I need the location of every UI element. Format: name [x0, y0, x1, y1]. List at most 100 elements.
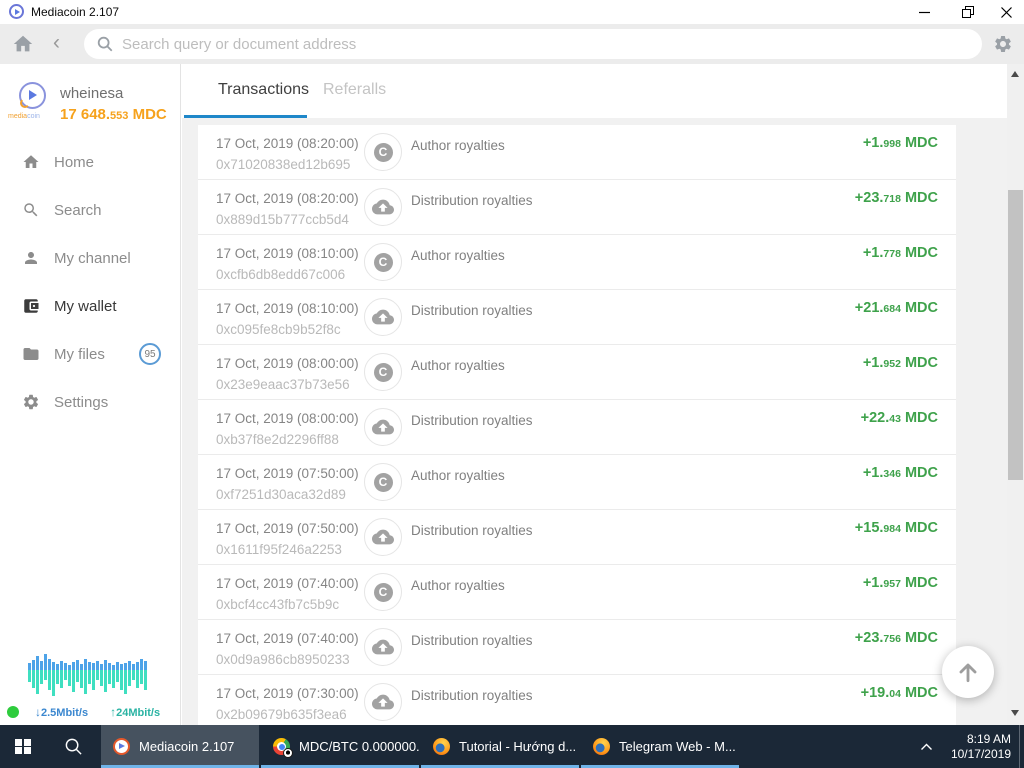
- sidebar-item-my-files[interactable]: My files 95: [0, 330, 180, 378]
- active-tab-indicator: [184, 115, 307, 118]
- transaction-amount: +1.957 MDC: [862, 575, 938, 591]
- distribution-royalties-cloud-icon: [372, 419, 394, 435]
- search-icon: [97, 36, 113, 52]
- tab-referalls[interactable]: Referalls: [323, 81, 386, 99]
- transaction-row[interactable]: 17 Oct, 2019 (07:30:00) 0x2b09679b635f3e…: [198, 675, 956, 725]
- transaction-hash: 0xbcf4cc43fb7c5b9c: [216, 597, 340, 612]
- transaction-row[interactable]: 17 Oct, 2019 (08:00:00) 0xb37f8e2d2296ff…: [198, 400, 956, 455]
- home-icon: [13, 35, 33, 52]
- transaction-date: 17 Oct, 2019 (07:40:00): [216, 576, 359, 591]
- back-button[interactable]: ‹: [53, 30, 60, 56]
- transaction-hash: 0xc095fe8cb9b52f8c: [216, 322, 341, 337]
- transaction-date: 17 Oct, 2019 (08:10:00): [216, 246, 359, 261]
- transaction-hash: 0xf7251d30aca32d89: [216, 487, 346, 502]
- search-bar[interactable]: [84, 29, 982, 59]
- tab-bar: Transactions Referalls: [182, 64, 1024, 118]
- transaction-row[interactable]: 17 Oct, 2019 (07:50:00) 0x1611f95f246a22…: [198, 510, 956, 565]
- transaction-row[interactable]: 17 Oct, 2019 (08:10:00) 0xc095fe8cb9b52f…: [198, 290, 956, 345]
- settings-toolbar-button[interactable]: [993, 34, 1013, 59]
- sidebar-item-settings[interactable]: Settings: [0, 378, 180, 426]
- sidebar-item-label: Search: [54, 201, 102, 219]
- home-icon: [23, 155, 39, 168]
- search-input[interactable]: [122, 35, 920, 53]
- taskbar-item-firefox-tutorial[interactable]: Tutorial - Hướng d...: [421, 725, 579, 768]
- transaction-amount: +1.952 MDC: [862, 355, 938, 371]
- author-royalties-icon: C: [373, 362, 393, 382]
- mediacoin-logo-icon: [19, 82, 46, 109]
- transaction-type-label: Distribution royalties: [411, 688, 533, 703]
- transaction-type-icon: C: [364, 573, 402, 611]
- minimize-icon: [918, 11, 930, 13]
- taskbar-item-mediacoin[interactable]: Mediacoin 2.107: [101, 725, 259, 768]
- transaction-type-icon: C: [364, 628, 402, 666]
- start-button[interactable]: [0, 725, 46, 768]
- scrollbar-thumb[interactable]: [1008, 190, 1023, 480]
- network-activity-panel: ↓2.5Mbit/s ↑24Mbit/s: [0, 653, 180, 719]
- window-title: Mediacoin 2.107: [31, 5, 120, 19]
- tray-clock[interactable]: 8:19 AM 10/17/2019: [951, 732, 1011, 762]
- transaction-amount: +23.718 MDC: [854, 190, 938, 206]
- taskbar-item-label: Telegram Web - M...: [619, 739, 736, 754]
- transaction-row[interactable]: 17 Oct, 2019 (08:10:00) 0xcfb6db8edd67c0…: [198, 235, 956, 290]
- download-speed: ↓2.5Mbit/s: [35, 705, 89, 719]
- taskbar-item-label: MDC/BTC 0.000000...: [299, 739, 419, 754]
- sidebar-item-search[interactable]: Search: [0, 186, 180, 234]
- transaction-type-label: Distribution royalties: [411, 633, 533, 648]
- show-desktop-button[interactable]: [1019, 725, 1020, 768]
- scroll-to-top-button[interactable]: [942, 646, 994, 698]
- transaction-date: 17 Oct, 2019 (08:00:00): [216, 356, 359, 371]
- transaction-row[interactable]: 17 Oct, 2019 (07:40:00) 0x0d9a986cb89502…: [198, 620, 956, 675]
- transaction-date: 17 Oct, 2019 (08:10:00): [216, 301, 359, 316]
- close-button[interactable]: [988, 0, 1024, 24]
- transaction-row[interactable]: 17 Oct, 2019 (08:20:00) 0x889d15b777ccb5…: [198, 180, 956, 235]
- transaction-date: 17 Oct, 2019 (08:20:00): [216, 191, 359, 206]
- sidebar-item-label: My channel: [54, 249, 131, 267]
- transaction-row[interactable]: 17 Oct, 2019 (08:00:00) 0x23e9eaac37b73e…: [198, 345, 956, 400]
- firefox-icon: [433, 738, 450, 755]
- transaction-row[interactable]: 17 Oct, 2019 (07:40:00) 0xbcf4cc43fb7c5b…: [198, 565, 956, 620]
- chrome-icon: [273, 738, 293, 758]
- transaction-date: 17 Oct, 2019 (08:20:00): [216, 136, 359, 151]
- vertical-scrollbar[interactable]: [1007, 64, 1024, 725]
- main-content: Transactions Referalls 17 Oct, 2019 (08:…: [182, 64, 1024, 725]
- transaction-hash: 0x2b09679b635f3ea6: [216, 707, 347, 722]
- taskbar-search-button[interactable]: [46, 725, 101, 768]
- transaction-type-icon: C: [364, 298, 402, 336]
- transaction-hash: 0x1611f95f246a2253: [216, 542, 342, 557]
- search-icon: [24, 203, 38, 217]
- transaction-hash: 0xcfb6db8edd67c006: [216, 267, 346, 282]
- transaction-row[interactable]: 17 Oct, 2019 (08:20:00) 0x71020838ed12b6…: [198, 125, 956, 180]
- author-royalties-icon: C: [373, 472, 393, 492]
- distribution-royalties-cloud-icon: [372, 694, 394, 710]
- mediacoin-app-window: Mediacoin 2.107 ‹ Search query or docume…: [0, 0, 1024, 768]
- mediacoin-logo-icon: [9, 4, 24, 19]
- transaction-row[interactable]: 17 Oct, 2019 (07:50:00) 0xf7251d30aca32d…: [198, 455, 956, 510]
- transaction-hash: 0xb37f8e2d2296ff88: [216, 432, 339, 447]
- sidebar-item-home[interactable]: Home: [0, 138, 180, 186]
- person-icon: [25, 252, 37, 264]
- sidebar-item-my-wallet[interactable]: My wallet: [0, 282, 180, 330]
- transaction-type-label: Author royalties: [411, 578, 505, 593]
- home-nav-button[interactable]: [12, 33, 34, 60]
- taskbar-item-label: Tutorial - Hướng d...: [459, 739, 577, 754]
- sidebar-item-my-channel[interactable]: My channel: [0, 234, 180, 282]
- transaction-amount: +19.04 MDC: [860, 685, 938, 701]
- taskbar-item-chrome-mdc-btc[interactable]: MDC/BTC 0.000000...: [261, 725, 419, 768]
- upload-speed: ↑24Mbit/s: [110, 705, 161, 719]
- sidebar-menu: Home Search My channel My wallet My file…: [0, 138, 180, 426]
- tab-transactions[interactable]: Transactions: [218, 81, 309, 99]
- tray-time: 8:19 AM: [966, 731, 1011, 746]
- tray-expand-button[interactable]: [920, 742, 933, 752]
- transaction-amount: +15.984 MDC: [854, 520, 938, 536]
- taskbar-item-firefox-telegram[interactable]: Telegram Web - M...: [581, 725, 739, 768]
- transaction-type-label: Distribution royalties: [411, 523, 533, 538]
- scroll-down-arrow-icon[interactable]: [1011, 710, 1019, 716]
- transaction-amount: +23.756 MDC: [854, 630, 938, 646]
- transaction-amount: +1.346 MDC: [862, 465, 938, 481]
- mediacoin-wordmark: mediacoin: [8, 113, 40, 120]
- titlebar: Mediacoin 2.107: [0, 0, 1024, 24]
- restore-button[interactable]: [950, 0, 986, 24]
- transaction-type-label: Author royalties: [411, 358, 505, 373]
- minimize-button[interactable]: [906, 0, 942, 24]
- scroll-up-arrow-icon[interactable]: [1011, 71, 1019, 77]
